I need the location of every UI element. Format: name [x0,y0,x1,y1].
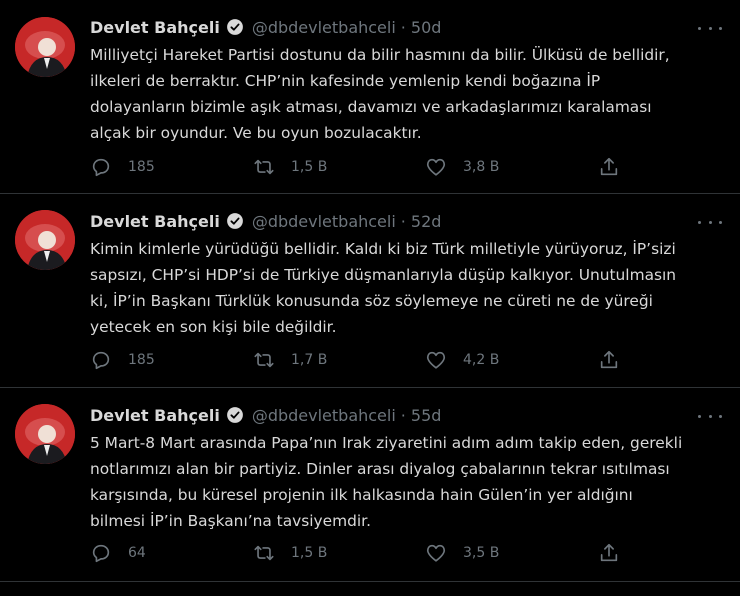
avatar-image [15,17,75,77]
reply-count: 185 [128,352,155,368]
author-handle[interactable]: @dbdevletbahceli [252,406,396,425]
heart-icon [426,158,446,176]
like-count: 3,8 B [463,159,500,175]
share-icon [600,350,618,369]
like-count: 4,2 B [463,352,500,368]
tweet-text: Milliyetçi Hareket Partisi dostunu da bi… [90,46,670,142]
more-options-icon[interactable] [698,212,722,232]
retweet-count: 1,7 B [291,352,328,368]
heart-icon [426,544,446,562]
share-button[interactable] [598,348,620,372]
reply-button[interactable]: 185 [90,155,155,179]
tweet-actions: 185 1,5 B 3,8 B [90,155,630,179]
reply-count: 185 [128,159,155,175]
retweet-count: 1,5 B [291,159,328,175]
avatar-image [15,210,75,270]
verified-badge-icon [226,19,243,35]
avatar-image [15,404,75,464]
tweet-header: Devlet Bahçeli @dbdevletbahceli · 52d [90,210,441,232]
tweet-2[interactable]: Devlet Bahçeli @dbdevletbahceli · 52d Ki… [0,194,740,388]
avatar[interactable] [15,404,75,464]
timestamp[interactable]: 52d [411,212,442,231]
tweet-header: Devlet Bahçeli @dbdevletbahceli · 50d [90,16,441,38]
separator-dot: · [400,405,406,425]
separator-dot: · [400,17,406,37]
tweet-header: Devlet Bahçeli @dbdevletbahceli · 55d [90,404,441,426]
tweet-1[interactable]: Devlet Bahçeli @dbdevletbahceli · 50d Mi… [0,0,740,194]
reply-icon [92,544,110,563]
author-handle[interactable]: @dbdevletbahceli [252,18,396,37]
retweet-icon [254,352,274,368]
tweet-text: Kimin kimlerle yürüdüğü bellidir. Kaldı … [90,240,677,336]
more-options-icon[interactable] [698,18,722,38]
retweet-icon [254,159,274,175]
retweet-button[interactable]: 1,5 B [253,155,327,179]
verified-badge-icon [226,407,243,423]
author-handle[interactable]: @dbdevletbahceli [252,212,396,231]
share-icon [600,543,618,562]
separator-dot: · [400,211,406,231]
tweet-actions: 185 1,7 B 4,2 B [90,348,630,372]
reply-icon [92,158,110,177]
tweet-text: 5 Mart-8 Mart arasında Papa’nın Irak ziy… [90,434,683,530]
reply-icon [92,351,110,370]
reply-button[interactable]: 185 [90,348,155,372]
share-icon [600,157,618,176]
tweet-actions: 64 1,5 B 3,5 B [90,541,630,565]
share-button[interactable] [598,155,620,179]
share-button[interactable] [598,541,620,565]
tweet-3[interactable]: Devlet Bahçeli @dbdevletbahceli · 55d 5 … [0,388,740,582]
retweet-button[interactable]: 1,7 B [253,348,327,372]
reply-button[interactable]: 64 [90,541,146,565]
author-name[interactable]: Devlet Bahçeli [90,406,220,425]
retweet-button[interactable]: 1,5 B [253,541,327,565]
heart-icon [426,351,446,369]
more-options-icon[interactable] [698,406,722,426]
like-button[interactable]: 4,2 B [425,348,499,372]
timestamp[interactable]: 50d [411,18,442,37]
like-button[interactable]: 3,5 B [425,541,499,565]
retweet-count: 1,5 B [291,545,328,561]
verified-badge-icon [226,213,243,229]
like-count: 3,5 B [463,545,500,561]
timestamp[interactable]: 55d [411,406,442,425]
author-name[interactable]: Devlet Bahçeli [90,18,220,37]
avatar[interactable] [15,17,75,77]
reply-count: 64 [128,545,146,561]
retweet-icon [254,545,274,561]
avatar[interactable] [15,210,75,270]
like-button[interactable]: 3,8 B [425,155,499,179]
author-name[interactable]: Devlet Bahçeli [90,212,220,231]
